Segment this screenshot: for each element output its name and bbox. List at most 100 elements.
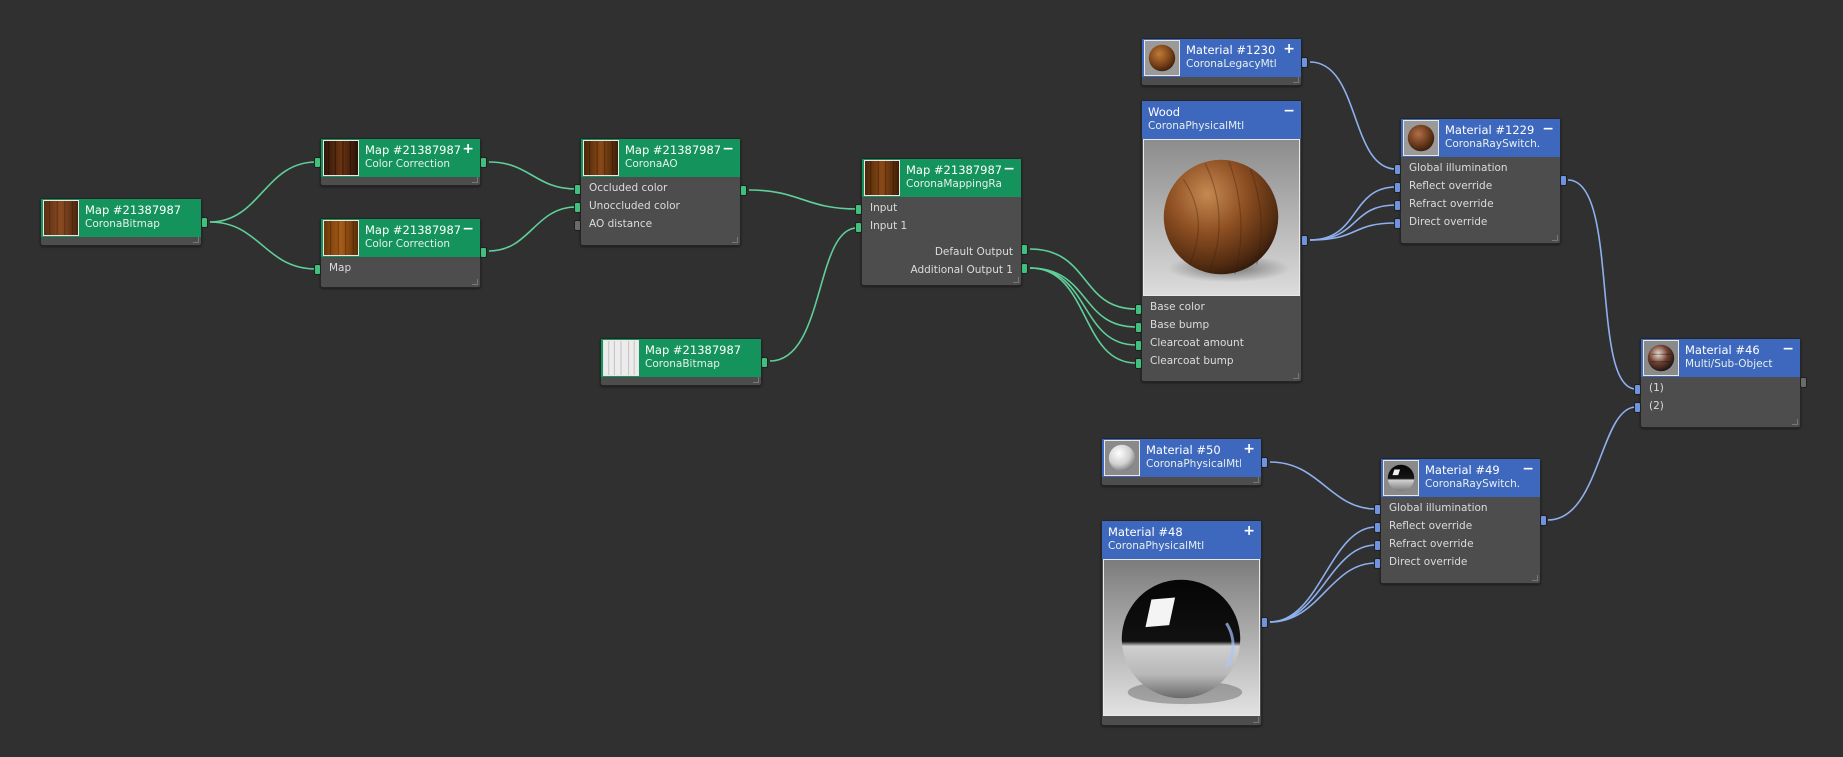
resize-grip[interactable] xyxy=(472,177,478,183)
resize-grip[interactable] xyxy=(1253,717,1259,723)
output-port[interactable] xyxy=(201,217,208,228)
resize-grip[interactable] xyxy=(1253,477,1259,483)
chrome-sphere-preview xyxy=(1103,559,1260,716)
collapse-toggle[interactable]: − xyxy=(722,141,734,157)
node-title: Material #49 xyxy=(1425,463,1500,477)
input-port-map[interactable] xyxy=(314,264,321,275)
wire-48-to-49-c xyxy=(1269,562,1377,623)
input-port-ao-distance[interactable] xyxy=(574,220,581,231)
collapse-toggle[interactable]: − xyxy=(1542,121,1554,137)
input-port-input[interactable] xyxy=(855,204,862,215)
resize-grip[interactable] xyxy=(1013,277,1019,283)
node-material-46[interactable]: Material #46 Multi/Sub-Object − (1) (2) xyxy=(1634,338,1807,428)
output-port-default[interactable] xyxy=(1021,244,1028,255)
wood-texture-icon xyxy=(583,140,619,176)
node-subtitle: CoronaBitmap xyxy=(85,218,160,230)
input-port-1[interactable] xyxy=(1634,384,1641,395)
resize-grip[interactable] xyxy=(1293,373,1299,379)
input-port-global-illumination[interactable] xyxy=(1394,164,1401,175)
node-map-2138798764[interactable]: Map #2138798764 CoronaBitmap xyxy=(600,338,768,386)
resize-grip[interactable] xyxy=(472,279,478,285)
node-material-49[interactable]: Material #49 CoronaRaySwitch... − Global… xyxy=(1374,458,1547,584)
output-port[interactable] xyxy=(1560,175,1567,186)
node-subtitle: CoronaPhysicalMtl xyxy=(1148,120,1245,132)
node-map-2138798766[interactable]: Map #2138798766 Color Correction − Map xyxy=(314,218,487,288)
input-port-refract-override[interactable] xyxy=(1394,200,1401,211)
node-subtitle: CoronaAO xyxy=(625,158,678,170)
output-port-additional-1[interactable] xyxy=(1021,263,1028,274)
input-port-input-1[interactable] xyxy=(855,222,862,233)
multi-sphere-icon xyxy=(1643,340,1679,376)
output-port[interactable] xyxy=(1301,235,1308,246)
output-port[interactable] xyxy=(480,157,487,168)
node-subtitle: Multi/Sub-Object xyxy=(1685,358,1773,370)
node-map-2138798763[interactable]: Map #2138798763 CoronaBitmap xyxy=(40,198,208,246)
input-slot-base-bump: Base bump xyxy=(1150,319,1210,331)
input-port-2[interactable] xyxy=(1634,402,1641,413)
wire-764-to-987 xyxy=(769,227,858,362)
expand-toggle[interactable]: + xyxy=(1243,441,1255,457)
node-material-1230[interactable]: Material #1230 CoronaLegacyMtl + xyxy=(1141,38,1308,86)
collapse-toggle[interactable]: − xyxy=(1283,103,1295,119)
input-port-reflect-override[interactable] xyxy=(1374,522,1381,533)
resize-grip[interactable] xyxy=(1532,575,1538,581)
output-port[interactable] xyxy=(1800,377,1807,388)
wire-49-to-46 xyxy=(1547,406,1637,521)
expand-toggle[interactable]: + xyxy=(462,141,474,157)
input-slot-ao-distance: AO distance xyxy=(589,218,653,230)
resize-grip[interactable] xyxy=(1293,77,1299,83)
input-port-base-color[interactable] xyxy=(1135,304,1142,315)
input-port-refract-override[interactable] xyxy=(1374,540,1381,551)
input-port-unoccluded-color[interactable] xyxy=(574,202,581,213)
white-texture-icon xyxy=(603,340,639,376)
input-port-clearcoat-bump[interactable] xyxy=(1135,358,1142,369)
node-map-21387987[interactable]: Map #21387987... CoronaMappingRa... − In… xyxy=(855,158,1028,286)
node-map-2138798767[interactable]: Map #2138798767 CoronaAO − Occluded colo… xyxy=(574,138,747,246)
collapse-toggle[interactable]: − xyxy=(1003,161,1015,177)
output-port[interactable] xyxy=(1261,617,1268,628)
output-slot-additional-1: Additional Output 1 xyxy=(910,264,1013,276)
input-slot-unoccluded-color: Unoccluded color xyxy=(589,200,680,212)
input-port-reflect-override[interactable] xyxy=(1394,182,1401,193)
expand-toggle[interactable]: + xyxy=(1243,523,1255,539)
resize-grip[interactable] xyxy=(1792,419,1798,425)
wire-987-to-clearcoat-bump xyxy=(1029,267,1137,364)
input-port-base-bump[interactable] xyxy=(1135,322,1142,333)
wood-texture-icon xyxy=(323,220,359,256)
wire-765-to-767 xyxy=(488,161,577,190)
node-subtitle: CoronaBitmap xyxy=(645,358,720,370)
node-connection-wires xyxy=(209,61,1637,623)
resize-grip[interactable] xyxy=(193,237,199,243)
output-port[interactable] xyxy=(1261,457,1268,468)
input-slot-global-illumination: Global illumination xyxy=(1409,162,1508,174)
wire-987-to-base-color xyxy=(1029,248,1137,310)
input-port-clearcoat-amount[interactable] xyxy=(1135,340,1142,351)
collapse-toggle[interactable]: − xyxy=(1522,461,1534,477)
collapse-toggle[interactable]: − xyxy=(1782,341,1794,357)
collapse-toggle[interactable]: − xyxy=(462,221,474,237)
input-port-occluded-color[interactable] xyxy=(574,184,581,195)
node-material-1229[interactable]: Material #1229 CoronaRaySwitch... − Glob… xyxy=(1394,118,1567,244)
output-port[interactable] xyxy=(1301,57,1308,68)
output-port[interactable] xyxy=(740,185,747,196)
node-material-48[interactable]: Material #48 CoronaPhysicalMtl + xyxy=(1101,520,1268,726)
output-port[interactable] xyxy=(761,357,768,368)
input-port[interactable] xyxy=(314,157,321,168)
resize-grip[interactable] xyxy=(753,377,759,383)
resize-grip[interactable] xyxy=(732,237,738,243)
input-slot-occluded-color: Occluded color xyxy=(589,182,668,194)
output-port[interactable] xyxy=(480,247,487,258)
node-material-wood[interactable]: Wood CoronaPhysicalMtl − Base color Base… xyxy=(1135,100,1308,382)
wire-48-to-49-b xyxy=(1269,544,1377,623)
input-port-direct-override[interactable] xyxy=(1394,218,1401,229)
expand-toggle[interactable]: + xyxy=(1283,41,1295,57)
wood-texture-icon xyxy=(323,140,359,176)
wire-1230-to-1229 xyxy=(1309,61,1397,170)
input-slot-input: Input xyxy=(870,202,898,214)
output-port[interactable] xyxy=(1540,515,1547,526)
node-material-50[interactable]: Material #50 CoronaPhysicalMtl + xyxy=(1101,438,1268,486)
input-port-direct-override[interactable] xyxy=(1374,558,1381,569)
input-port-global-illumination[interactable] xyxy=(1374,504,1381,515)
resize-grip[interactable] xyxy=(1552,235,1558,241)
node-map-2138798765[interactable]: Map #2138798765 Color Correction + xyxy=(314,138,487,186)
